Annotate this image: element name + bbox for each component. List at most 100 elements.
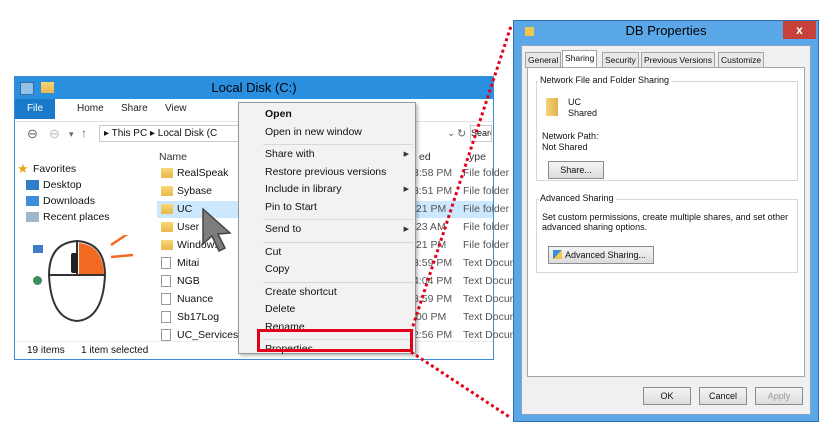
tab-sharing[interactable]: Sharing	[562, 50, 598, 68]
file-date: :21 PM	[413, 203, 447, 215]
sharing-tab-panel: Network File and Folder Sharing UC Share…	[527, 67, 805, 377]
cancel-button[interactable]: Cancel	[699, 387, 747, 405]
apply-button[interactable]: Apply	[755, 387, 803, 405]
window-title: Local Disk (C:)	[211, 80, 297, 95]
tab-file[interactable]: File	[15, 99, 55, 119]
advanced-description: advanced sharing options.	[542, 222, 648, 232]
refresh-icon[interactable]: ↻	[457, 127, 466, 140]
submenu-arrow-icon: ▶	[403, 186, 409, 193]
file-date: 2:56 PM	[413, 329, 453, 341]
menu-item-cut[interactable]: Cut	[265, 246, 281, 258]
group-title: Advanced Sharing	[538, 193, 616, 203]
file-type: File folder	[463, 167, 510, 179]
nav-desktop[interactable]: Desktop	[26, 179, 82, 191]
folder-icon	[161, 186, 173, 196]
tab-security[interactable]: Security	[602, 52, 639, 68]
navigation-pane: ★ Favorites Desktop Downloads Recent pla…	[15, 149, 150, 339]
properties-dialog: DB Properties x General Sharing Security…	[513, 20, 819, 422]
menu-item-pin-to-start[interactable]: Pin to Start	[265, 201, 317, 213]
text-document-icon	[161, 257, 171, 269]
file-name: RealSpeak	[177, 167, 229, 179]
file-date: :23 AM	[413, 221, 446, 233]
text-document-icon	[161, 329, 171, 341]
cursor-arrow-icon	[202, 207, 232, 253]
chevron-down-icon[interactable]: ▾	[69, 129, 74, 140]
file-name: Sb17Log	[177, 311, 220, 323]
file-date: 3:58 PM	[413, 167, 453, 179]
item-count: 19 items	[27, 345, 65, 356]
menu-separator	[263, 219, 413, 220]
desktop-icon	[26, 180, 39, 190]
file-name: Mitai	[177, 257, 200, 269]
file-type: Text Docum	[463, 293, 519, 305]
group-title: Network File and Folder Sharing	[538, 75, 672, 85]
file-type: Text Docum	[463, 275, 519, 287]
shared-folder-icon	[546, 98, 558, 116]
explorer-titlebar[interactable]: Local Disk (C:)	[15, 77, 493, 99]
submenu-arrow-icon: ▶	[403, 151, 409, 158]
ok-button[interactable]: OK	[643, 387, 691, 405]
menu-item-include-in-library[interactable]: Include in library	[265, 183, 341, 195]
nav-label: Recent places	[43, 211, 110, 223]
menu-item-open-in-new-window[interactable]: Open in new window	[265, 126, 362, 138]
star-icon: ★	[17, 161, 29, 176]
tab-home[interactable]: Home	[77, 103, 104, 114]
menu-separator	[263, 241, 413, 243]
menu-item-open[interactable]: Open	[265, 108, 292, 120]
tab-share[interactable]: Share	[121, 103, 148, 114]
advanced-sharing-button[interactable]: Advanced Sharing...	[548, 246, 654, 264]
menu-item-copy[interactable]: Copy	[265, 263, 290, 275]
nav-label: Desktop	[43, 179, 82, 191]
column-header-type[interactable]: ype	[469, 151, 486, 163]
file-type: Text Docum	[463, 329, 519, 341]
up-arrow-icon[interactable]: ↑	[81, 126, 87, 140]
close-button[interactable]: x	[783, 21, 816, 39]
file-type: Text Docum	[463, 311, 519, 323]
column-header-date[interactable]: ed	[419, 151, 431, 163]
folder-icon	[161, 222, 173, 232]
file-date: 3:59 PM	[413, 257, 453, 269]
file-type: File folder	[463, 203, 510, 215]
folder-name: UC	[568, 97, 581, 107]
file-name: Nuance	[177, 293, 214, 305]
address-bar[interactable]: ▸ This PC ▸ Local Disk (C	[99, 125, 249, 142]
menu-item-delete[interactable]: Delete	[265, 303, 295, 315]
file-date: 4:04 PM	[413, 275, 453, 287]
menu-item-send-to[interactable]: Send to	[265, 223, 301, 235]
nav-downloads[interactable]: Downloads	[26, 195, 95, 207]
file-type: File folder	[463, 221, 510, 233]
button-label: Advanced Sharing...	[565, 250, 647, 260]
share-button[interactable]: Share...	[548, 161, 604, 179]
dropdown-icon[interactable]: ⌄	[447, 128, 455, 139]
file-type: File folder	[463, 185, 510, 197]
folder-icon	[161, 240, 173, 250]
nav-favorites[interactable]: ★ Favorites	[17, 161, 76, 176]
file-date: :00 PM	[413, 311, 447, 323]
menu-item-create-shortcut[interactable]: Create shortcut	[265, 286, 337, 298]
column-header-name[interactable]: Name	[159, 151, 187, 163]
file-date: 3:51 PM	[413, 185, 453, 197]
file-name: UC	[177, 203, 193, 215]
nav-recent-places[interactable]: Recent places	[26, 211, 110, 223]
tab-general[interactable]: General	[525, 52, 562, 68]
menu-item-share-with[interactable]: Share with	[265, 148, 315, 160]
context-menu: Open Open in new window Share with ▶ Restore…	[238, 102, 416, 355]
text-document-icon	[161, 311, 171, 323]
file-name: NGB	[177, 275, 200, 287]
forward-icon[interactable]: ⊖	[49, 126, 60, 142]
back-icon[interactable]: ⊖	[27, 126, 38, 142]
network-path-label: Network Path:	[542, 131, 599, 141]
search-input[interactable]: Search	[470, 125, 492, 142]
text-document-icon	[161, 293, 171, 305]
tab-view[interactable]: View	[165, 103, 187, 114]
downloads-icon	[26, 196, 39, 206]
file-name: User	[177, 221, 200, 233]
advanced-description: Set custom permissions, create multiple …	[542, 212, 789, 222]
file-type: Text Docum	[463, 257, 519, 269]
file-type: File folder	[463, 239, 510, 251]
tab-customize[interactable]: Customize	[718, 52, 765, 68]
submenu-arrow-icon: ▶	[403, 226, 409, 233]
selection-count: 1 item selected	[81, 345, 149, 356]
menu-item-restore-previous-versions[interactable]: Restore previous versions	[265, 166, 386, 178]
tab-previous-versions[interactable]: Previous Versions	[641, 52, 716, 68]
